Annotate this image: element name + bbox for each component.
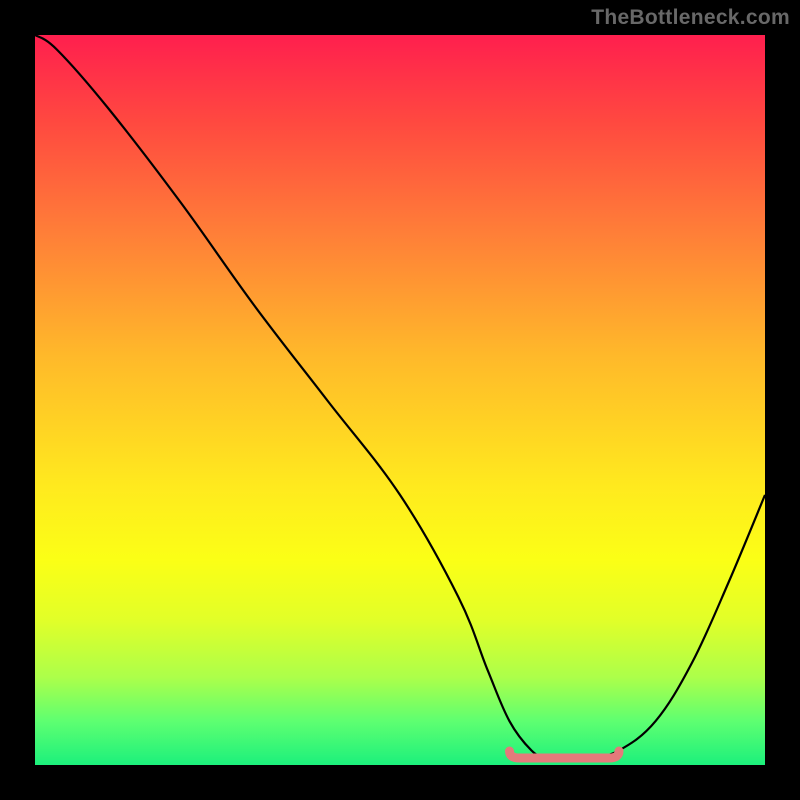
bottleneck-curve-path [35, 35, 765, 758]
bottleneck-curve-svg [35, 35, 765, 765]
watermark-text: TheBottleneck.com [591, 6, 790, 30]
minimum-marker [510, 751, 620, 758]
